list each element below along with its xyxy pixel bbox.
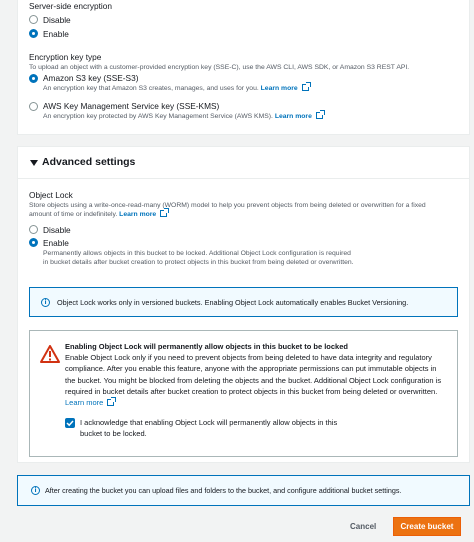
sse-s3-learn-more-link[interactable]: Learn more xyxy=(261,85,298,92)
advanced-settings-header[interactable]: Advanced settings xyxy=(18,147,469,179)
checkmark-icon xyxy=(66,420,74,427)
object-lock-disable-radio[interactable] xyxy=(29,225,38,234)
object-lock-desc: Store objects using a write-once-read-ma… xyxy=(29,201,449,219)
encryption-enable-label[interactable]: Enable xyxy=(43,29,69,39)
sse-kms-desc: An encryption key protected by AWS Key M… xyxy=(43,110,325,121)
warning-title: Enabling Object Lock will permanently al… xyxy=(65,342,348,351)
versioning-info-text: Object Lock works only in versioned buck… xyxy=(57,298,409,307)
object-lock-enable-radio[interactable] xyxy=(29,238,38,247)
info-icon: i xyxy=(41,298,50,307)
post-create-info-text: After creating the bucket you can upload… xyxy=(45,486,402,495)
encryption-key-type-label: Encryption key type xyxy=(29,52,102,62)
acknowledge-label[interactable]: I acknowledge that enabling Object Lock … xyxy=(80,417,350,440)
acknowledge-checkbox[interactable] xyxy=(65,418,75,428)
warning-body: Enable Object Lock only if you need to p… xyxy=(65,352,445,408)
server-side-encryption-label: Server-side encryption xyxy=(29,1,113,11)
encryption-enable-radio[interactable] xyxy=(29,29,38,38)
cancel-button[interactable]: Cancel xyxy=(350,522,376,531)
object-lock-enable-label[interactable]: Enable xyxy=(43,238,69,248)
info-icon: i xyxy=(31,486,40,495)
sse-kms-learn-more-link[interactable]: Learn more xyxy=(275,113,312,120)
external-link-icon xyxy=(160,208,170,217)
external-link-icon xyxy=(315,110,325,119)
sse-s3-label[interactable]: Amazon S3 key (SSE-S3) xyxy=(43,73,138,83)
sse-kms-label[interactable]: AWS Key Management Service key (SSE-KMS) xyxy=(43,101,219,111)
object-lock-enable-desc: Permanently allows objects in this bucke… xyxy=(43,250,354,266)
sse-s3-desc-text: An encryption key that Amazon S3 creates… xyxy=(43,85,259,92)
advanced-settings-panel: Advanced settings Object Lock Store obje… xyxy=(17,146,470,463)
object-lock-learn-more-link[interactable]: Learn more xyxy=(119,211,156,218)
object-lock-disable-label[interactable]: Disable xyxy=(43,225,71,235)
external-link-icon xyxy=(301,82,311,91)
create-bucket-button[interactable]: Create bucket xyxy=(393,517,461,536)
external-link-icon xyxy=(107,397,117,407)
encryption-disable-label[interactable]: Disable xyxy=(43,15,71,25)
object-lock-label: Object Lock xyxy=(29,190,73,200)
versioning-info-alert: i Object Lock works only in versioned bu… xyxy=(29,287,458,317)
advanced-settings-title: Advanced settings xyxy=(42,156,136,168)
warning-learn-more-link[interactable]: Learn more xyxy=(65,398,103,407)
encryption-disable-radio[interactable] xyxy=(29,15,38,24)
encryption-panel: Server-side encryption Disable Enable En… xyxy=(17,0,470,135)
post-create-info-alert: i After creating the bucket you can uplo… xyxy=(17,475,470,506)
sse-kms-radio[interactable] xyxy=(29,102,38,111)
warning-body-text: Enable Object Lock only if you need to p… xyxy=(65,353,442,396)
sse-s3-radio[interactable] xyxy=(29,74,38,83)
encryption-key-type-desc: To upload an object with a customer-prov… xyxy=(29,64,410,71)
sse-kms-desc-text: An encryption key protected by AWS Key M… xyxy=(43,113,273,120)
sse-s3-desc: An encryption key that Amazon S3 creates… xyxy=(43,82,311,93)
object-lock-desc-text: Store objects using a write-once-read-ma… xyxy=(29,202,426,218)
caret-down-icon xyxy=(30,160,38,166)
object-lock-warning-alert: Enabling Object Lock will permanently al… xyxy=(29,330,458,457)
warning-icon xyxy=(40,345,60,363)
